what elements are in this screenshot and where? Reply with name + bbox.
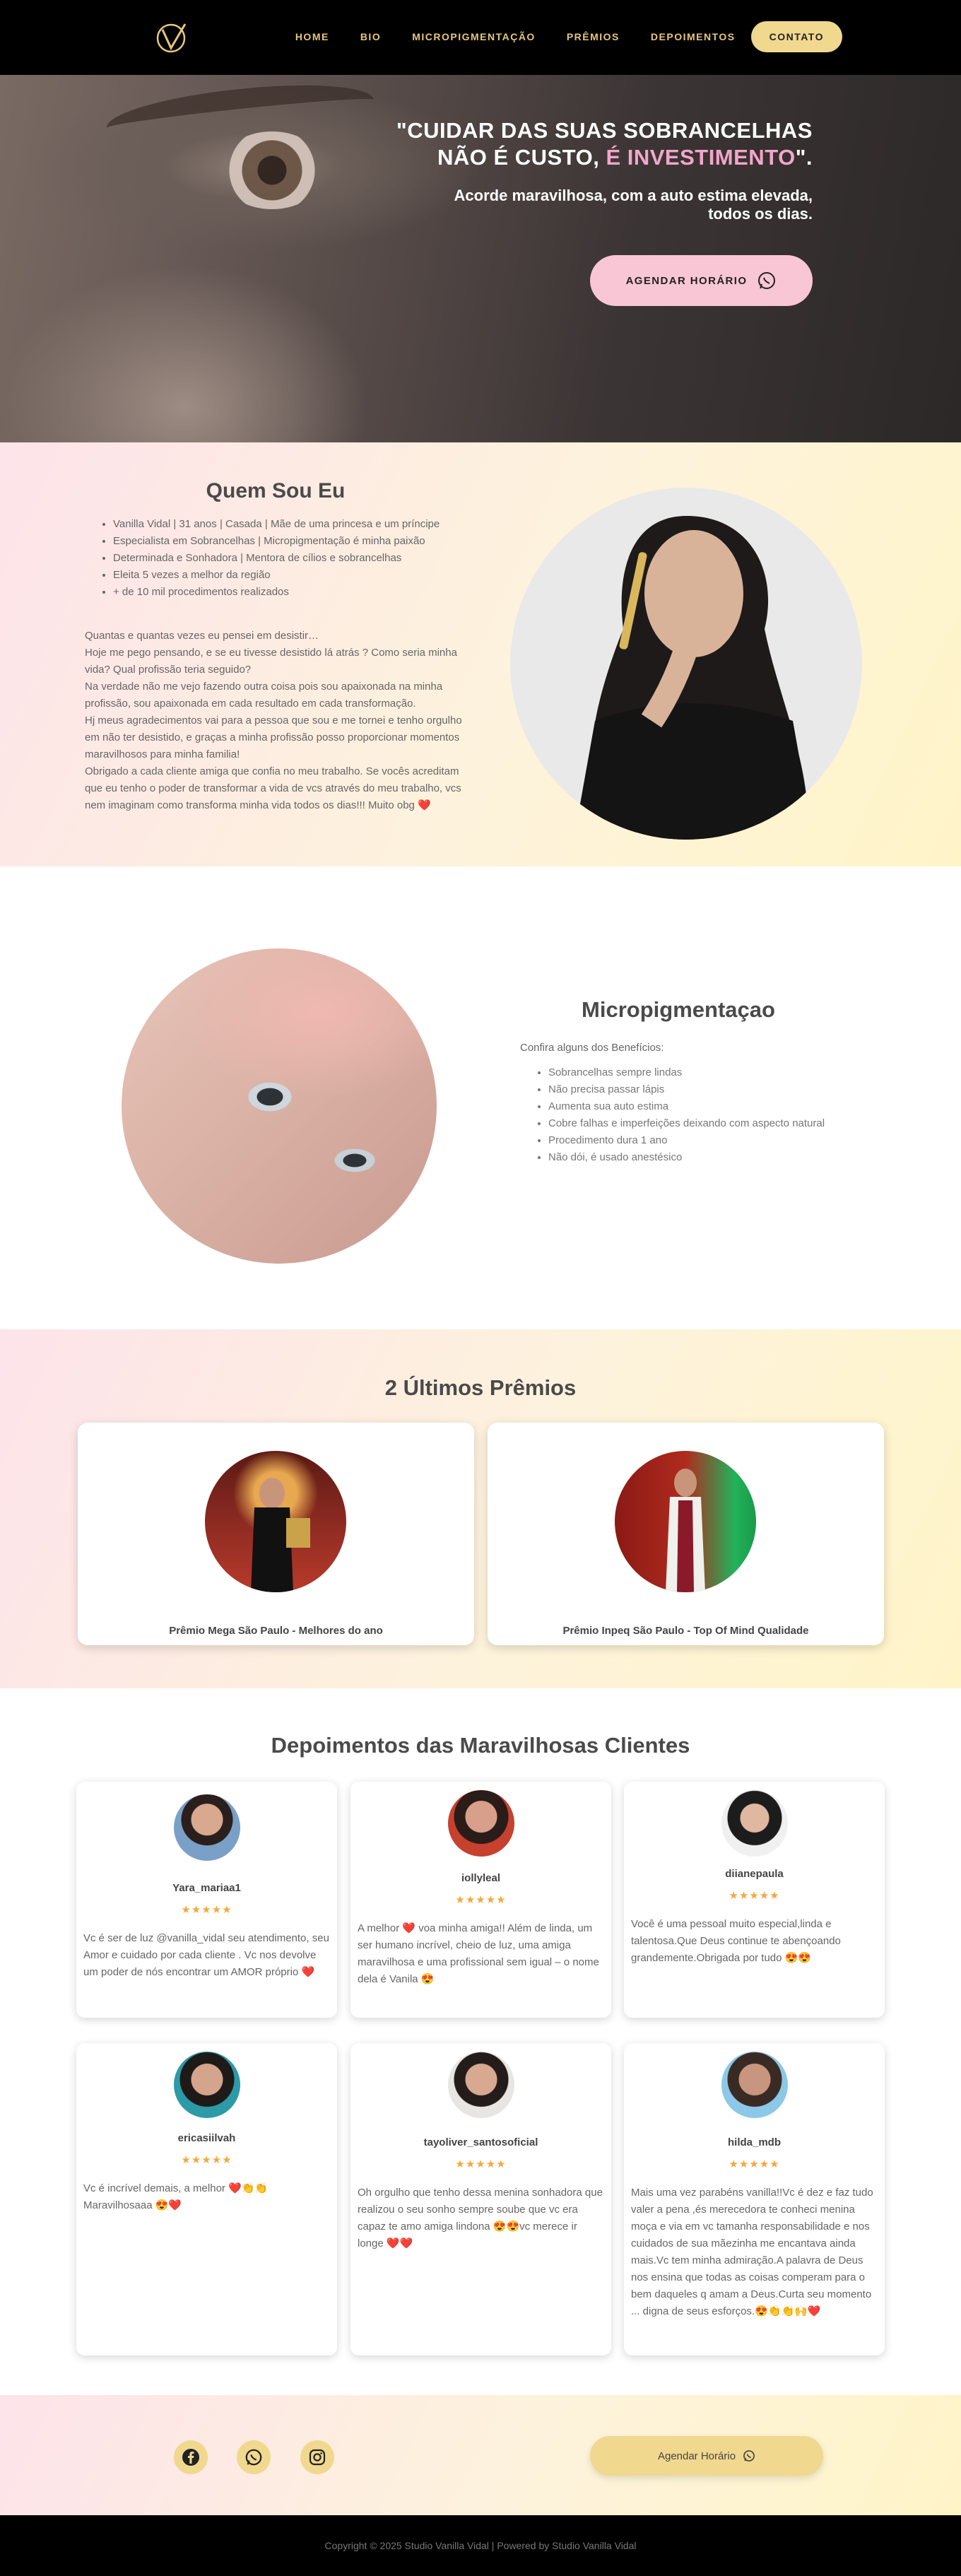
award-caption: Prêmio Mega São Paulo - Melhores do ano xyxy=(169,1625,383,1637)
award-photo xyxy=(205,1451,346,1592)
testimonial-text: A melhor ❤️ voa minha amiga!! Além de li… xyxy=(358,1922,599,1985)
list-item: + de 10 mil procedimentos realizados xyxy=(113,584,481,601)
testimonial-name: tayoliver_santosoficial xyxy=(423,2136,538,2148)
avatar xyxy=(174,1794,240,1861)
awards-section: 2 Últimos Prêmios Prêmio Mega São Paulo … xyxy=(0,1329,961,1688)
testimonial-card: iollyleal ★★★★★ A melhor ❤️ voa minha am… xyxy=(350,1782,611,2018)
copyright-text: Copyright © 2025 Studio Vanilla Vidal | … xyxy=(324,2540,637,2551)
footer-section: Agendar Horário xyxy=(0,2395,961,2515)
copyright-bar: Copyright © 2025 Studio Vanilla Vidal | … xyxy=(0,2515,961,2576)
list-item: Não precisa passar lápis xyxy=(548,1081,825,1098)
testimonial-card: diianepaula ★★★★★ Você é uma pessoal mui… xyxy=(624,1782,885,2018)
testimonial-name: hilda_mdb xyxy=(727,2136,781,2148)
testimonial-text: Oh orgulho que tenho dessa menina sonhad… xyxy=(358,2187,603,2249)
rating-stars: ★★★★★ xyxy=(729,2158,780,2170)
testimonial-card: Yara_mariaa1 ★★★★★ Vc é ser de luz @vani… xyxy=(76,1782,337,2018)
whatsapp-icon xyxy=(743,2450,755,2462)
about-profile-photo xyxy=(510,488,862,840)
award-card: Prêmio Inpeq São Paulo - Top Of Mind Qua… xyxy=(488,1423,884,1645)
list-item: Especialista em Sobrancelhas | Micropigm… xyxy=(113,533,481,550)
rating-stars: ★★★★★ xyxy=(729,1890,780,1902)
testimonial-card: hilda_mdb ★★★★★ Mais uma vez parabéns va… xyxy=(624,2043,885,2356)
testimonial-name: iollyleal xyxy=(461,1872,501,1884)
list-item: Eleita 5 vezes a melhor da região xyxy=(113,567,481,584)
benefits-intro: Confira alguns dos Benefícios: xyxy=(520,1042,664,1054)
award-card: Prêmio Mega São Paulo - Melhores do ano xyxy=(78,1423,474,1645)
list-item: Não dói, é usado anestésico xyxy=(548,1149,825,1166)
testimonial-name: ericasiilvah xyxy=(177,2132,236,2144)
avatar xyxy=(448,2052,514,2118)
whatsapp-icon[interactable] xyxy=(237,2440,271,2474)
benefits-list: Sobrancelhas sempre lindas Não precisa p… xyxy=(548,1064,825,1166)
about-bullets: Vanilla Vidal | 31 anos | Casada | Mãe d… xyxy=(113,516,481,601)
testimonial-text: Mais uma vez parabéns vanilla!!Vc é dez … xyxy=(631,2187,873,2317)
award-photo xyxy=(615,1451,756,1592)
rating-stars: ★★★★★ xyxy=(181,2154,232,2166)
top-navbar: HOME BIO MICROPIGMENTAÇÃO PRÊMIOS DEPOIM… xyxy=(0,0,961,75)
testimonial-text: Você é uma pessoal muito especial,linda … xyxy=(631,1918,841,1964)
list-item: Aumenta sua auto estima xyxy=(548,1098,825,1115)
hero-subtitle: Acorde maravilhosa, com a auto estima el… xyxy=(454,187,813,223)
list-item: Sobrancelhas sempre lindas xyxy=(548,1064,825,1081)
testimonial-name: Yara_mariaa1 xyxy=(172,1882,241,1894)
hero-eye-image xyxy=(219,131,325,209)
testimonial-text: Vc é incrível demais, a melhor ❤️👏👏 Mara… xyxy=(83,2182,269,2211)
hero-section: "CUIDAR DAS SUAS SOBRANCELHAS NÃO É CUST… xyxy=(0,75,961,442)
avatar xyxy=(721,2052,788,2118)
avatar xyxy=(174,2052,240,2118)
avatar xyxy=(448,1790,514,1857)
list-item: Procedimento dura 1 ano xyxy=(548,1132,825,1149)
testimonials-title: Depoimentos das Maravilhosas Clientes xyxy=(271,1733,690,1758)
logo-icon[interactable] xyxy=(155,21,191,54)
whatsapp-icon xyxy=(758,272,776,289)
testimonial-card: tayoliver_santosoficial ★★★★★ Oh orgulho… xyxy=(350,2043,611,2356)
rating-stars: ★★★★★ xyxy=(455,2158,507,2170)
micropigmentation-photo xyxy=(122,948,437,1264)
about-title: Quem Sou Eu xyxy=(206,479,346,502)
testimonial-text: Vc é ser de luz @vanilla_vidal seu atend… xyxy=(83,1932,329,1978)
micropigmentation-title: Micropigmentaçao xyxy=(582,997,775,1022)
rating-stars: ★★★★★ xyxy=(181,1904,232,1916)
main-menu: HOME BIO MICROPIGMENTAÇÃO PRÊMIOS DEPOIM… xyxy=(264,21,842,52)
footer-schedule-button[interactable]: Agendar Horário xyxy=(590,2436,823,2476)
testimonial-name: diianepaula xyxy=(725,1868,784,1880)
award-caption: Prêmio Inpeq São Paulo - Top Of Mind Qua… xyxy=(562,1625,809,1637)
nav-depoimentos[interactable]: DEPOIMENTOS xyxy=(651,31,736,42)
list-item: Vanilla Vidal | 31 anos | Casada | Mãe d… xyxy=(113,516,481,533)
facebook-icon[interactable] xyxy=(174,2440,208,2474)
hero-schedule-button[interactable]: AGENDAR HORÁRIO xyxy=(590,255,813,306)
awards-title: 2 Últimos Prêmios xyxy=(384,1375,577,1400)
nav-home[interactable]: HOME xyxy=(295,31,329,42)
rating-stars: ★★★★★ xyxy=(455,1894,507,1906)
micropigmentation-section: Micropigmentaçao Confira alguns dos Bene… xyxy=(0,866,961,1329)
about-section: Quem Sou Eu Vanilla Vidal | 31 anos | Ca… xyxy=(0,442,961,866)
avatar xyxy=(721,1790,788,1857)
contact-button[interactable]: CONTATO xyxy=(750,21,842,52)
testimonials-section: Depoimentos das Maravilhosas Clientes Ya… xyxy=(0,1688,961,2395)
instagram-icon[interactable] xyxy=(300,2440,334,2474)
list-item: Cobre falhas e imperfeições deixando com… xyxy=(548,1115,825,1132)
hero-title-accent: É INVESTIMENTO xyxy=(606,145,796,170)
hero-title: "CUIDAR DAS SUAS SOBRANCELHAS NÃO É CUST… xyxy=(396,118,813,170)
nav-premios[interactable]: PRÊMIOS xyxy=(567,31,620,42)
about-bio-text: Quantas e quantas vezes eu pensei em des… xyxy=(85,630,462,811)
nav-micropigmentacao[interactable]: MICROPIGMENTAÇÃO xyxy=(412,31,536,42)
list-item: Determinada e Sonhadora | Mentora de cíl… xyxy=(113,550,481,567)
nav-bio[interactable]: BIO xyxy=(360,31,381,42)
testimonial-card: ericasiilvah ★★★★★ Vc é incrível demais,… xyxy=(76,2043,337,2356)
